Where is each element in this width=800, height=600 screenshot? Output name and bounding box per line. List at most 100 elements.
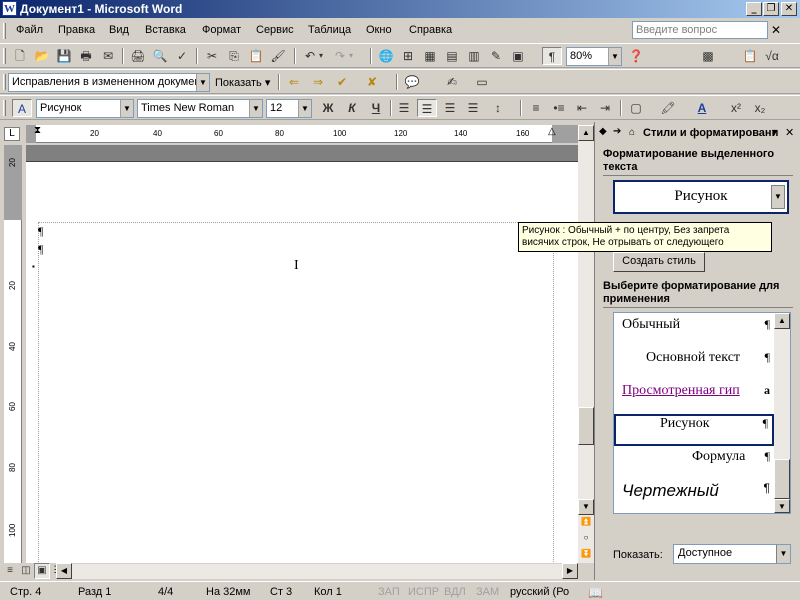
- status-overtype[interactable]: ЗАМ: [476, 586, 499, 598]
- menu-insert[interactable]: Вставка: [145, 24, 186, 36]
- web-view-icon[interactable]: ◫: [18, 563, 34, 579]
- next-change-icon[interactable]: ⇒: [308, 73, 328, 91]
- insert-comment-icon[interactable]: 💬: [402, 73, 422, 91]
- scroll-left-icon[interactable]: ◀: [56, 563, 72, 579]
- select-browse-object-icon[interactable]: ○: [578, 531, 594, 547]
- zoom-select[interactable]: 80% ▼: [566, 47, 622, 66]
- menu-file[interactable]: Файл: [16, 24, 43, 36]
- format-painter-icon[interactable]: 🖌: [268, 47, 288, 65]
- menu-edit[interactable]: Правка: [58, 24, 95, 36]
- status-column[interactable]: Кол 1: [314, 586, 342, 598]
- hyperlink-icon[interactable]: 🌐: [376, 47, 396, 65]
- italic-button[interactable]: К: [342, 99, 362, 117]
- font-select[interactable]: Times New Roman ▼: [137, 99, 263, 118]
- status-record-macro[interactable]: ЗАП: [378, 586, 400, 598]
- increase-indent-icon[interactable]: ⇥: [595, 99, 615, 117]
- scroll-down-icon[interactable]: ▼: [578, 499, 594, 515]
- chevron-down-icon[interactable]: ▼: [120, 100, 133, 117]
- horizontal-ruler[interactable]: ⧗ 20 40 60 80 100 120 140 160 △: [26, 125, 578, 143]
- align-right-icon[interactable]: ☰: [440, 99, 460, 117]
- style-item-drafting[interactable]: Чертежный ¶: [614, 481, 774, 511]
- save-icon[interactable]: 💾: [54, 47, 74, 65]
- style-item-normal[interactable]: Обычный ¶: [614, 317, 774, 347]
- cut-icon[interactable]: ✂: [202, 47, 222, 65]
- decrease-indent-icon[interactable]: ⇤: [572, 99, 592, 117]
- chevron-down-icon[interactable]: ▼: [196, 74, 209, 91]
- insert-table-icon[interactable]: ▦: [420, 47, 440, 65]
- forward-arrow-icon[interactable]: ➔: [613, 126, 621, 137]
- menu-help[interactable]: Справка: [409, 24, 452, 36]
- scroll-thumb[interactable]: [578, 407, 594, 445]
- document-map-icon[interactable]: ▣: [508, 47, 528, 65]
- status-page-count[interactable]: 4/4: [158, 586, 173, 598]
- permission-icon[interactable]: 🖶: [76, 47, 96, 65]
- next-page-icon[interactable]: ⏬: [578, 547, 594, 563]
- style-select[interactable]: Рисунок ▼: [36, 99, 134, 118]
- justify-icon[interactable]: ☰: [463, 99, 483, 117]
- bullets-icon[interactable]: •≡: [549, 99, 569, 117]
- previous-change-icon[interactable]: ⇐: [284, 73, 304, 91]
- right-indent-marker[interactable]: △: [548, 126, 556, 137]
- vertical-ruler[interactable]: 20 20 40 60 80 100: [4, 145, 22, 563]
- status-language[interactable]: русский (Ро: [510, 586, 569, 598]
- columns-icon[interactable]: ▥: [464, 47, 484, 65]
- email-icon[interactable]: ✉: [98, 47, 118, 65]
- task-pane-home-icon[interactable]: ⌂: [629, 127, 635, 138]
- reviewing-pane-icon[interactable]: ▭: [472, 73, 492, 91]
- display-for-review-select[interactable]: Исправления в измененном документ ▼: [8, 73, 210, 92]
- maximize-button[interactable]: ❐: [763, 2, 779, 16]
- chevron-down-icon[interactable]: ▼: [776, 545, 790, 563]
- horizontal-scrollbar[interactable]: ≡ ◫ ▣ ☷ ◀ ▶: [0, 563, 594, 580]
- font-size-select[interactable]: 12 ▼: [266, 99, 312, 118]
- create-style-button[interactable]: Создать стиль: [613, 252, 705, 272]
- scroll-right-icon[interactable]: ▶: [562, 563, 578, 579]
- task-pane-close-icon[interactable]: ✕: [785, 126, 794, 139]
- back-arrow-icon[interactable]: ◆: [599, 126, 607, 137]
- selected-style-select[interactable]: Рисунок ▼: [613, 180, 789, 214]
- scroll-down-icon[interactable]: ▼: [774, 499, 790, 513]
- scroll-up-icon[interactable]: ▲: [774, 313, 790, 329]
- menu-view[interactable]: Вид: [109, 24, 129, 36]
- document-close-button[interactable]: ✕: [769, 23, 783, 37]
- align-left-icon[interactable]: ☰: [394, 99, 414, 117]
- research-icon[interactable]: ▩: [698, 47, 718, 65]
- close-button[interactable]: ✕: [781, 2, 797, 16]
- help-icon[interactable]: ❓: [626, 47, 646, 65]
- paste-icon[interactable]: 📋: [246, 47, 266, 65]
- style-list[interactable]: Обычный ¶ Основной текст ¶ Просмотренная…: [613, 312, 791, 514]
- numbering-icon[interactable]: ≡: [526, 99, 546, 117]
- insert-excel-icon[interactable]: ▤: [442, 47, 462, 65]
- borders-icon[interactable]: ▢: [626, 99, 646, 117]
- style-item-formula[interactable]: Формула ¶: [614, 449, 774, 479]
- document-page[interactable]: ¶ ¶ ▪ I: [26, 161, 578, 563]
- word-app-icon[interactable]: W: [2, 1, 17, 16]
- style-list-scrollbar[interactable]: ▲ ▼: [774, 313, 790, 513]
- normal-view-icon[interactable]: ≡: [2, 563, 18, 579]
- chevron-down-icon[interactable]: ▼: [249, 100, 262, 117]
- line-spacing-icon[interactable]: ↕: [488, 99, 508, 117]
- tables-borders-icon[interactable]: ⊞: [398, 47, 418, 65]
- print-layout-icon[interactable]: ▣: [34, 563, 50, 579]
- spelling-status-icon[interactable]: 📖: [588, 586, 603, 600]
- toolbar-grip[interactable]: [3, 48, 6, 64]
- scroll-thumb[interactable]: [774, 459, 790, 499]
- undo-dropdown-icon[interactable]: ▾: [316, 47, 326, 65]
- chevron-down-icon[interactable]: ▼: [298, 100, 311, 117]
- style-item-body-text[interactable]: Основной текст ¶: [614, 350, 774, 380]
- paste-special-icon[interactable]: 📋: [740, 47, 760, 65]
- styles-formatting-icon[interactable]: A: [12, 99, 32, 117]
- tab-selector[interactable]: L: [4, 127, 20, 141]
- style-item-followed-hyperlink[interactable]: Просмотренная гип a: [614, 383, 774, 413]
- scroll-up-icon[interactable]: ▲: [578, 125, 594, 141]
- help-question-input[interactable]: Введите вопрос: [632, 21, 768, 39]
- style-item-figure[interactable]: Рисунок ¶: [614, 414, 774, 446]
- copy-icon[interactable]: ⎘: [224, 47, 244, 65]
- highlight-icon[interactable]: 🖍: [658, 99, 678, 117]
- track-changes-icon[interactable]: ✍: [442, 73, 462, 91]
- show-styles-select[interactable]: Доступное ▼: [673, 544, 791, 564]
- toolbar-grip[interactable]: [3, 100, 6, 116]
- status-line[interactable]: Ст 3: [270, 586, 292, 598]
- print-preview-icon[interactable]: 🔍: [150, 47, 170, 65]
- superscript-button[interactable]: x²: [726, 99, 746, 117]
- minimize-button[interactable]: _: [746, 2, 762, 16]
